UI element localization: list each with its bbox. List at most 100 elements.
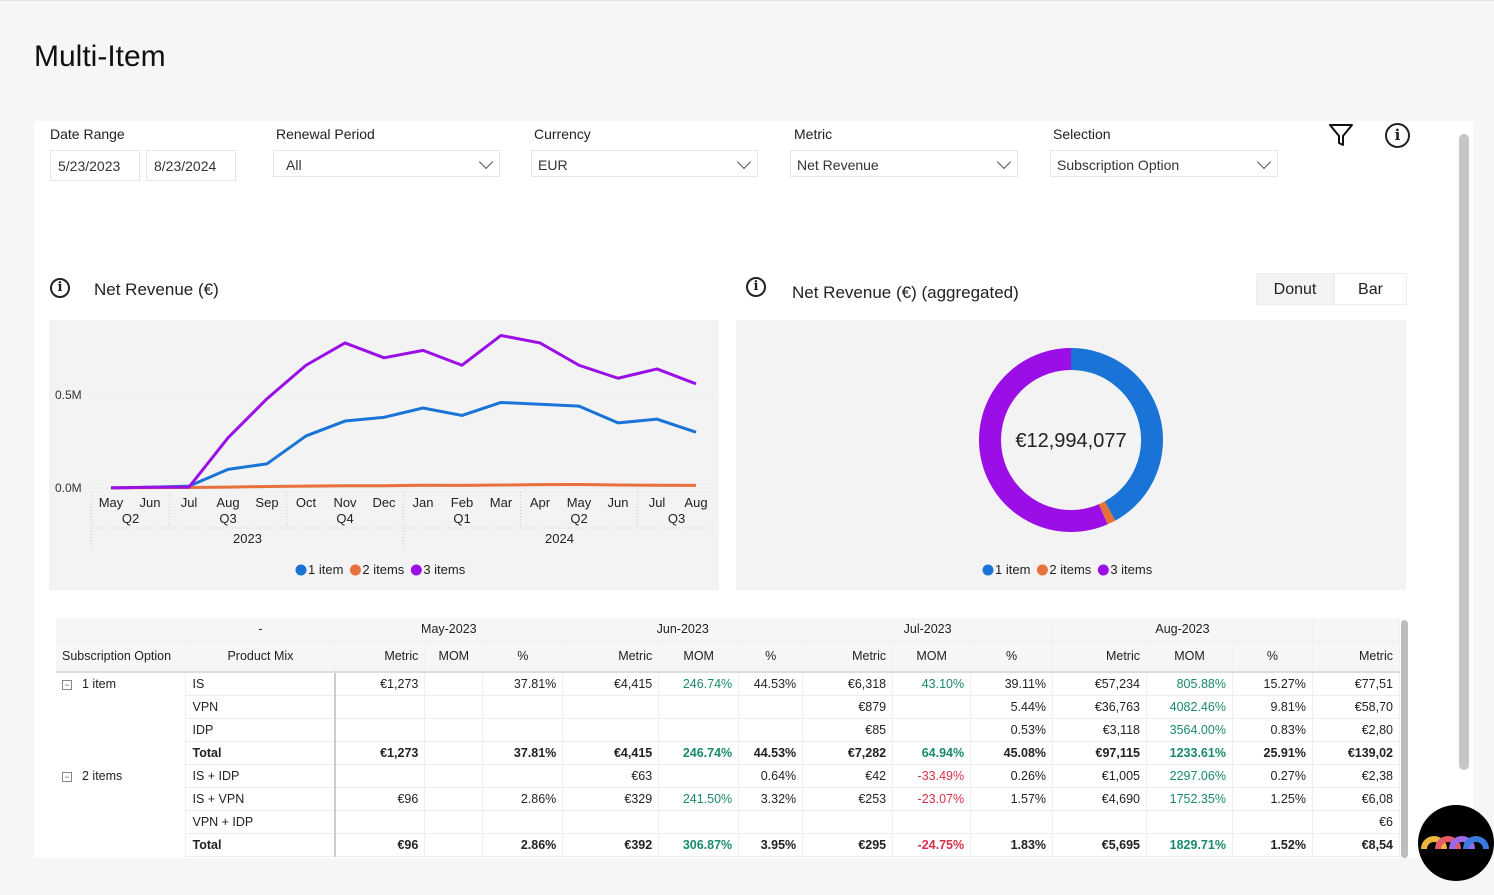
value-cell <box>424 764 484 788</box>
value-cell <box>562 718 660 742</box>
column-header[interactable]: MOM <box>1146 641 1233 673</box>
value-cell: €97,115 <box>1052 741 1147 765</box>
currency-dropdown[interactable]: EUR <box>531 150 758 177</box>
column-header[interactable]: % <box>738 641 804 673</box>
column-header[interactable]: Metric <box>802 641 894 673</box>
info-icon[interactable]: i <box>1385 123 1410 148</box>
group-label: 2 items <box>82 768 123 783</box>
column-header[interactable]: Metric <box>1052 641 1147 673</box>
value-cell: 44.53% <box>738 741 804 765</box>
group-label: 1 item <box>82 677 117 691</box>
value-cell: 37.81% <box>482 672 564 696</box>
metric-dropdown[interactable]: Net Revenue <box>790 150 1018 177</box>
table-row: Total €1,273 37.81% €4,415 246.74% 44.53% €7,2… <box>56 741 1400 765</box>
toggle-bar[interactable]: Bar <box>1334 273 1407 305</box>
top-divider <box>0 0 1494 1</box>
info-icon[interactable]: i <box>50 278 70 298</box>
value-cell: 0.26% <box>970 764 1054 788</box>
table-scrollbar[interactable] <box>1401 620 1408 858</box>
value-cell <box>424 741 484 765</box>
column-header[interactable]: MOM <box>424 641 484 673</box>
assistant-logo-button[interactable] <box>1418 805 1494 881</box>
collapse-icon[interactable]: − <box>62 771 72 782</box>
x-tick-label: Jan <box>413 495 434 510</box>
value-cell: 0.83% <box>1232 718 1313 742</box>
value-cell <box>892 810 972 834</box>
value-cell: €253 <box>802 787 894 811</box>
subscription-option-cell <box>56 787 187 810</box>
value-cell: 0.64% <box>738 764 804 788</box>
legend-marker <box>982 564 994 576</box>
value-cell <box>892 695 972 719</box>
value-cell: 1.52% <box>1232 833 1313 857</box>
value-cell: €7,282 <box>802 741 894 765</box>
table-row: VPN + IDP €6 <box>56 810 1400 834</box>
product-mix-cell: VPN + IDP <box>185 810 336 834</box>
value-cell <box>1232 810 1313 834</box>
x-tick-label: Apr <box>530 495 551 510</box>
start-date-input[interactable]: 5/23/2023 <box>50 150 140 181</box>
column-header[interactable]: Product Mix <box>185 641 336 673</box>
column-header[interactable]: MOM <box>658 641 740 673</box>
value-cell: €57,234 <box>1052 672 1147 696</box>
year-label: 2023 <box>233 531 262 546</box>
column-header[interactable]: MOM <box>892 641 972 673</box>
end-date-input[interactable]: 8/23/2024 <box>146 150 236 181</box>
value-cell: -23.07% <box>892 787 972 811</box>
renewal-period-dropdown[interactable]: All <box>273 150 500 177</box>
table-row: −2 items IS + IDP €63 0.64% €42 -33.49% 0.26% €… <box>56 764 1400 788</box>
info-icon[interactable]: i <box>746 277 766 297</box>
chevron-down-icon <box>736 154 752 170</box>
value-cell: €2,38 <box>1312 764 1400 788</box>
value-cell: €8,54 <box>1312 833 1400 857</box>
value-cell: -24.75% <box>892 833 972 857</box>
value-cell: 9.81% <box>1232 695 1313 719</box>
quarter-label: Q2 <box>570 511 587 526</box>
x-tick-label: Aug <box>684 495 707 510</box>
legend-label: 2 items <box>362 562 404 577</box>
table-row: IS + VPN €96 2.86% €329 241.50% 3.32% €253 -23.… <box>56 787 1400 811</box>
month-header: May-2023 <box>334 618 564 642</box>
subscription-option-cell <box>56 741 187 764</box>
value-cell <box>424 810 484 834</box>
column-header[interactable]: % <box>1232 641 1313 673</box>
value-cell: €879 <box>802 695 894 719</box>
column-header[interactable]: % <box>482 641 564 673</box>
column-header[interactable]: % <box>970 641 1054 673</box>
value-cell: €4,415 <box>562 741 660 765</box>
value-cell: 246.74% <box>658 672 740 696</box>
line-chart: 0.0M 0.5M May Jun Jul Aug Sep Oct Nov Dec Jan Feb Ma… <box>55 333 714 577</box>
funnel-icon[interactable] <box>1328 122 1354 148</box>
value-cell: 1829.71% <box>1146 833 1233 857</box>
value-cell <box>658 695 740 719</box>
value-cell: 241.50% <box>658 787 740 811</box>
header-blank <box>56 618 187 642</box>
value-cell: €295 <box>802 833 894 857</box>
legend-marker <box>295 564 307 576</box>
x-tick-label: Oct <box>296 495 317 510</box>
value-cell: 3.32% <box>738 787 804 811</box>
column-header[interactable]: Subscription Option <box>56 641 187 673</box>
quarter-label: Q2 <box>122 511 139 526</box>
value-cell <box>482 810 564 834</box>
toggle-donut[interactable]: Donut <box>1256 273 1334 305</box>
value-cell: €58,70 <box>1312 695 1400 719</box>
collapse-icon[interactable]: − <box>62 680 72 690</box>
month-header: Jul-2023 <box>802 618 1054 642</box>
product-mix-cell: IDP <box>185 718 336 742</box>
table-row: VPN €879 5.44% €36,763 4082.46% 9.81% €58,70 <box>56 695 1400 719</box>
value-cell: €139,02 <box>1312 741 1400 765</box>
value-cell <box>424 672 484 696</box>
column-header[interactable]: Metric <box>1312 641 1400 673</box>
column-header[interactable]: Metric <box>562 641 660 673</box>
value-cell <box>658 764 740 788</box>
x-tick-label: Aug <box>216 495 239 510</box>
selection-dropdown[interactable]: Subscription Option <box>1050 150 1278 177</box>
subscription-option-cell: −2 items <box>56 764 187 787</box>
column-header[interactable]: Metric <box>334 641 426 673</box>
product-mix-cell: VPN <box>185 695 336 719</box>
value-cell: €96 <box>334 787 426 811</box>
value-cell: €4,690 <box>1052 787 1147 811</box>
value-cell: 5.44% <box>970 695 1054 719</box>
page-scrollbar[interactable] <box>1459 134 1469 770</box>
